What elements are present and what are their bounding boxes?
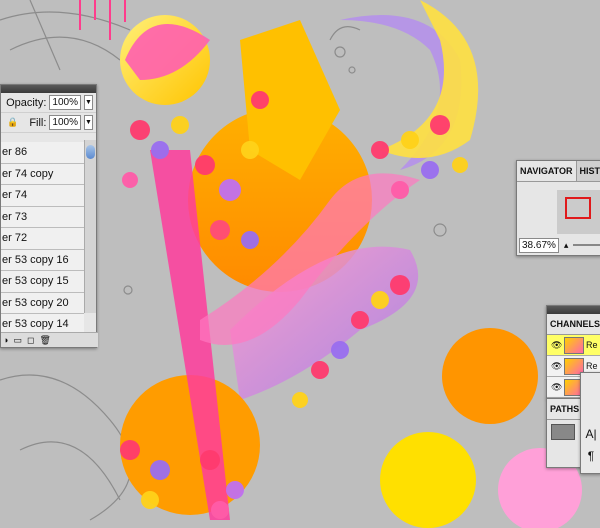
tab-histogram[interactable]: HISTOG: [577, 161, 600, 181]
fill-input[interactable]: 100%: [49, 115, 81, 130]
channel-label: Re: [586, 340, 598, 350]
navigator-panel: NAVIGATOR HISTOG 38.67% ▴: [516, 160, 600, 256]
zoom-input[interactable]: 38.67%: [519, 237, 559, 253]
channels-titlebar[interactable]: [547, 306, 600, 314]
layers-panel-titlebar[interactable]: [1, 85, 96, 93]
navigator-view-box[interactable]: [565, 197, 591, 219]
fill-row: 🔒 Fill: 100% ▼: [1, 113, 96, 133]
navigator-zoom-row: 38.67% ▴: [517, 237, 600, 253]
layer-row[interactable]: er 73: [1, 206, 84, 228]
zoom-slider[interactable]: [573, 244, 600, 246]
channel-thumbnail: [564, 336, 584, 354]
layer-row[interactable]: er 74 copy: [1, 163, 84, 185]
fill-dropdown-icon[interactable]: ▼: [84, 115, 93, 130]
layer-row[interactable]: er 53 copy 20: [1, 292, 84, 314]
eye-icon[interactable]: 👁: [551, 340, 562, 351]
group-icon[interactable]: ▭: [13, 335, 22, 346]
layers-scrollbar[interactable]: [84, 140, 96, 313]
tab-paths[interactable]: PATHS: [547, 399, 584, 419]
layers-scroll-thumb[interactable]: [86, 145, 95, 159]
layers-footer: ◑ ▭ ◻ 🗑: [1, 332, 98, 347]
paragraph-icon[interactable]: ¶: [581, 449, 600, 463]
navigator-tabs: NAVIGATOR HISTOG: [517, 161, 600, 182]
opacity-row: Opacity: 100% ▼: [1, 93, 96, 113]
zoom-out-icon[interactable]: ▴: [564, 240, 569, 251]
layer-row[interactable]: er 86: [1, 142, 84, 164]
lock-icon[interactable]: 🔒: [1, 117, 18, 128]
opacity-label: Opacity:: [6, 96, 47, 109]
tab-navigator[interactable]: NAVIGATOR: [517, 161, 577, 181]
layer-row[interactable]: er 74: [1, 185, 84, 207]
layer-row[interactable]: er 72: [1, 228, 84, 250]
eye-icon[interactable]: 👁: [551, 361, 562, 372]
char-a-label[interactable]: A|: [581, 427, 600, 441]
new-layer-icon[interactable]: ◻: [27, 335, 34, 346]
layer-list: er 86 er 74 copy er 74 er 73 er 72 er 53…: [1, 142, 96, 336]
layer-row[interactable]: er 53 copy 16: [1, 249, 84, 271]
mask-icon[interactable]: ◑: [3, 335, 8, 345]
path-thumbnail[interactable]: [551, 424, 575, 440]
tab-channels[interactable]: CHANNELS: [547, 314, 600, 334]
channel-row[interactable]: 👁 Re: [547, 335, 600, 356]
fill-label: Fill:: [29, 116, 47, 129]
layers-panel: Opacity: 100% ▼ 🔒 Fill: 100% ▼ er 86 er …: [0, 84, 98, 348]
channels-tabs: CHANNELS: [547, 314, 600, 335]
character-panel: A| ¶: [580, 372, 600, 474]
orange-dot: [442, 328, 538, 424]
trash-icon[interactable]: 🗑: [39, 335, 50, 346]
opacity-dropdown-icon[interactable]: ▼: [84, 95, 93, 110]
opacity-input[interactable]: 100%: [49, 95, 81, 110]
eye-icon[interactable]: 👁: [551, 382, 562, 393]
channel-label: Re: [586, 361, 598, 371]
layer-row[interactable]: er 53 copy 15: [1, 271, 84, 293]
yellow-dot: [380, 432, 476, 528]
